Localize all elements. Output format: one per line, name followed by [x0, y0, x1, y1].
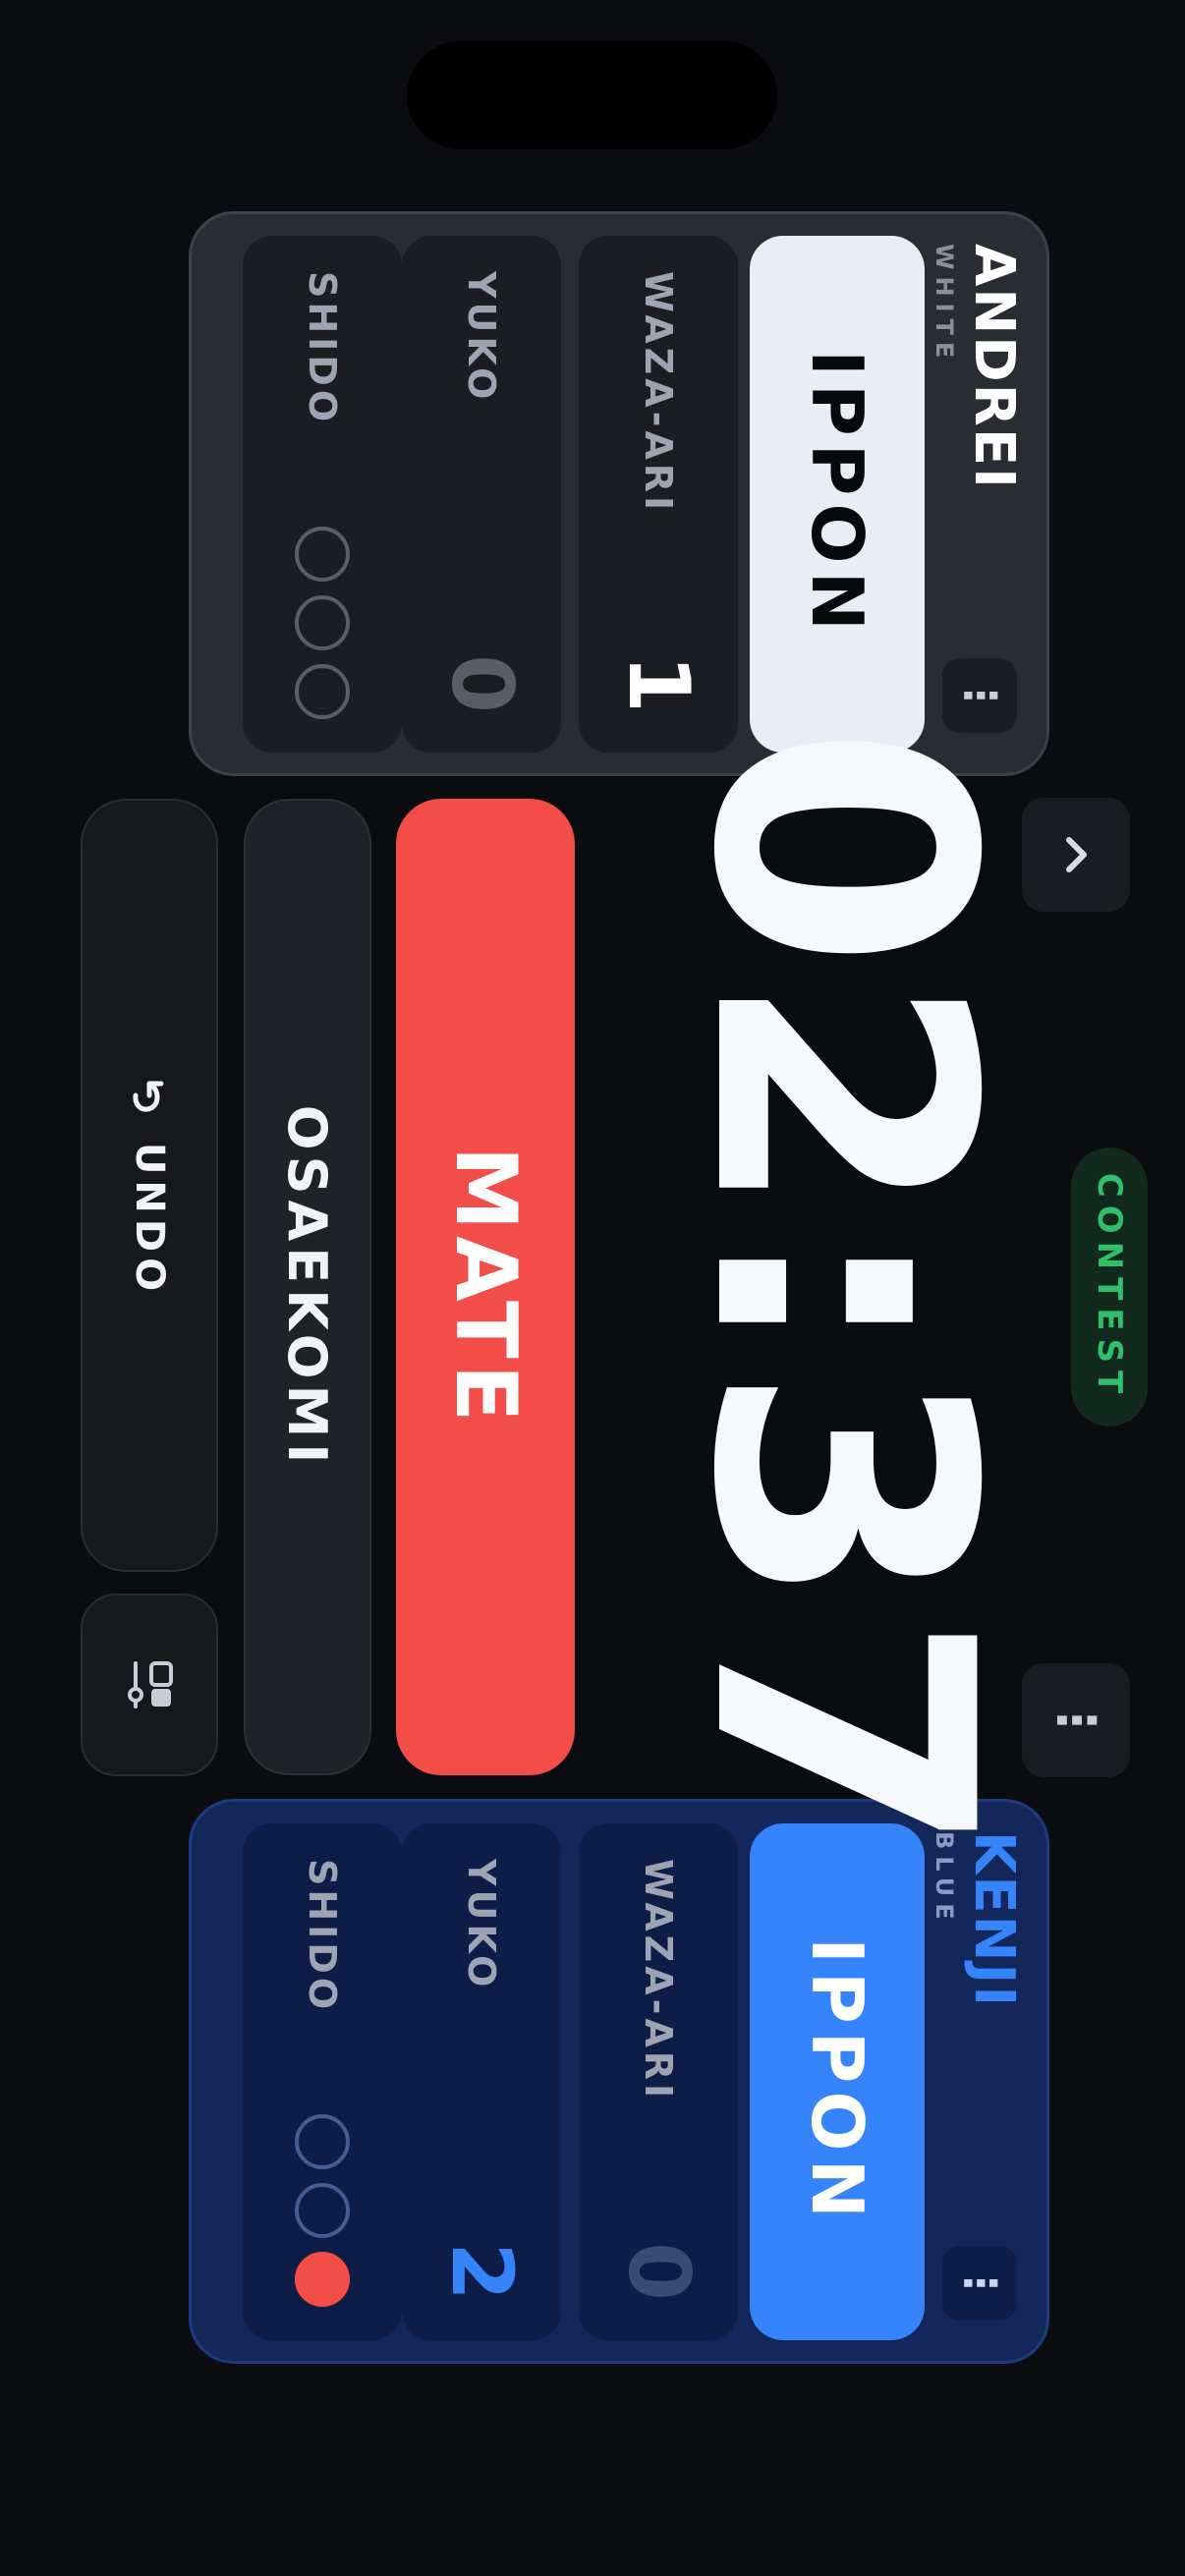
- white-yuko-value: 0: [432, 654, 531, 713]
- undo-icon: [133, 1081, 164, 1112]
- blue-fighter-panel: KENJI BLUE ⋮ IPPON WAZA-ARI 0 YUKO 2 SHI…: [189, 1799, 1049, 2364]
- match-timer: 02:37: [636, 724, 1047, 1860]
- white-fighter-name: ANDREI: [962, 244, 1026, 490]
- blue-ippon-button[interactable]: IPPON: [750, 1823, 925, 2340]
- white-color-label: WHITE: [931, 244, 958, 365]
- undo-button[interactable]: UNDO: [81, 799, 218, 1572]
- white-shido-indicators: [243, 527, 402, 719]
- white-shido-label: SHIDO: [301, 271, 344, 426]
- blue-yuko-label: YUKO: [460, 1859, 503, 1991]
- mate-button[interactable]: MATE: [396, 799, 575, 1775]
- white-yuko-label: YUKO: [460, 271, 503, 404]
- shido-dot: [295, 527, 350, 582]
- blue-shido-indicators: [243, 2114, 402, 2307]
- blue-shido-button[interactable]: SHIDO: [243, 1823, 402, 2340]
- white-shido-button[interactable]: SHIDO: [243, 236, 402, 753]
- undo-label: UNDO: [127, 1142, 172, 1298]
- shido-dot: [295, 2114, 350, 2169]
- shido-dot: [295, 2252, 350, 2307]
- white-waza-ari-value: 1: [609, 654, 707, 713]
- white-waza-ari-label: WAZA-ARI: [637, 271, 680, 515]
- more-vertical-icon: ⋮: [955, 674, 1005, 717]
- blue-menu-button[interactable]: ⋮: [942, 2246, 1017, 2321]
- more-vertical-icon: ⋮: [955, 2262, 1005, 2305]
- blue-yuko-button[interactable]: YUKO 2: [402, 1823, 561, 2340]
- blue-waza-ari-value: 0: [609, 2242, 707, 2301]
- layout-settings-icon: [128, 1661, 173, 1708]
- osaekomi-button[interactable]: OSAEKOMI: [244, 799, 371, 1775]
- shido-dot: [295, 595, 350, 650]
- white-yuko-button[interactable]: YUKO 0: [402, 236, 561, 753]
- blue-shido-label: SHIDO: [301, 1859, 344, 2014]
- blue-waza-ari-label: WAZA-ARI: [637, 1859, 680, 2102]
- white-menu-button[interactable]: ⋮: [942, 658, 1017, 733]
- more-vertical-icon: ⋮: [1046, 1695, 1105, 1746]
- white-fighter-panel: ANDREI WHITE ⋮ IPPON WAZA-ARI 1 YUKO 0 S…: [189, 211, 1049, 776]
- shido-dot: [295, 2183, 350, 2238]
- scoreboard-stage: ANDREI WHITE ⋮ IPPON WAZA-ARI 1 YUKO 0 S…: [0, 0, 1185, 2576]
- blue-yuko-value: 2: [432, 2242, 531, 2301]
- shido-dot: [295, 664, 350, 719]
- white-waza-ari-button[interactable]: WAZA-ARI 1: [579, 236, 738, 753]
- white-ippon-button[interactable]: IPPON: [750, 236, 925, 753]
- chevron-up-icon: [1066, 837, 1087, 872]
- blue-waza-ari-button[interactable]: WAZA-ARI 0: [579, 1823, 738, 2340]
- match-status-badge: CONTEST: [1071, 1148, 1148, 1427]
- layout-settings-button[interactable]: [81, 1594, 218, 1776]
